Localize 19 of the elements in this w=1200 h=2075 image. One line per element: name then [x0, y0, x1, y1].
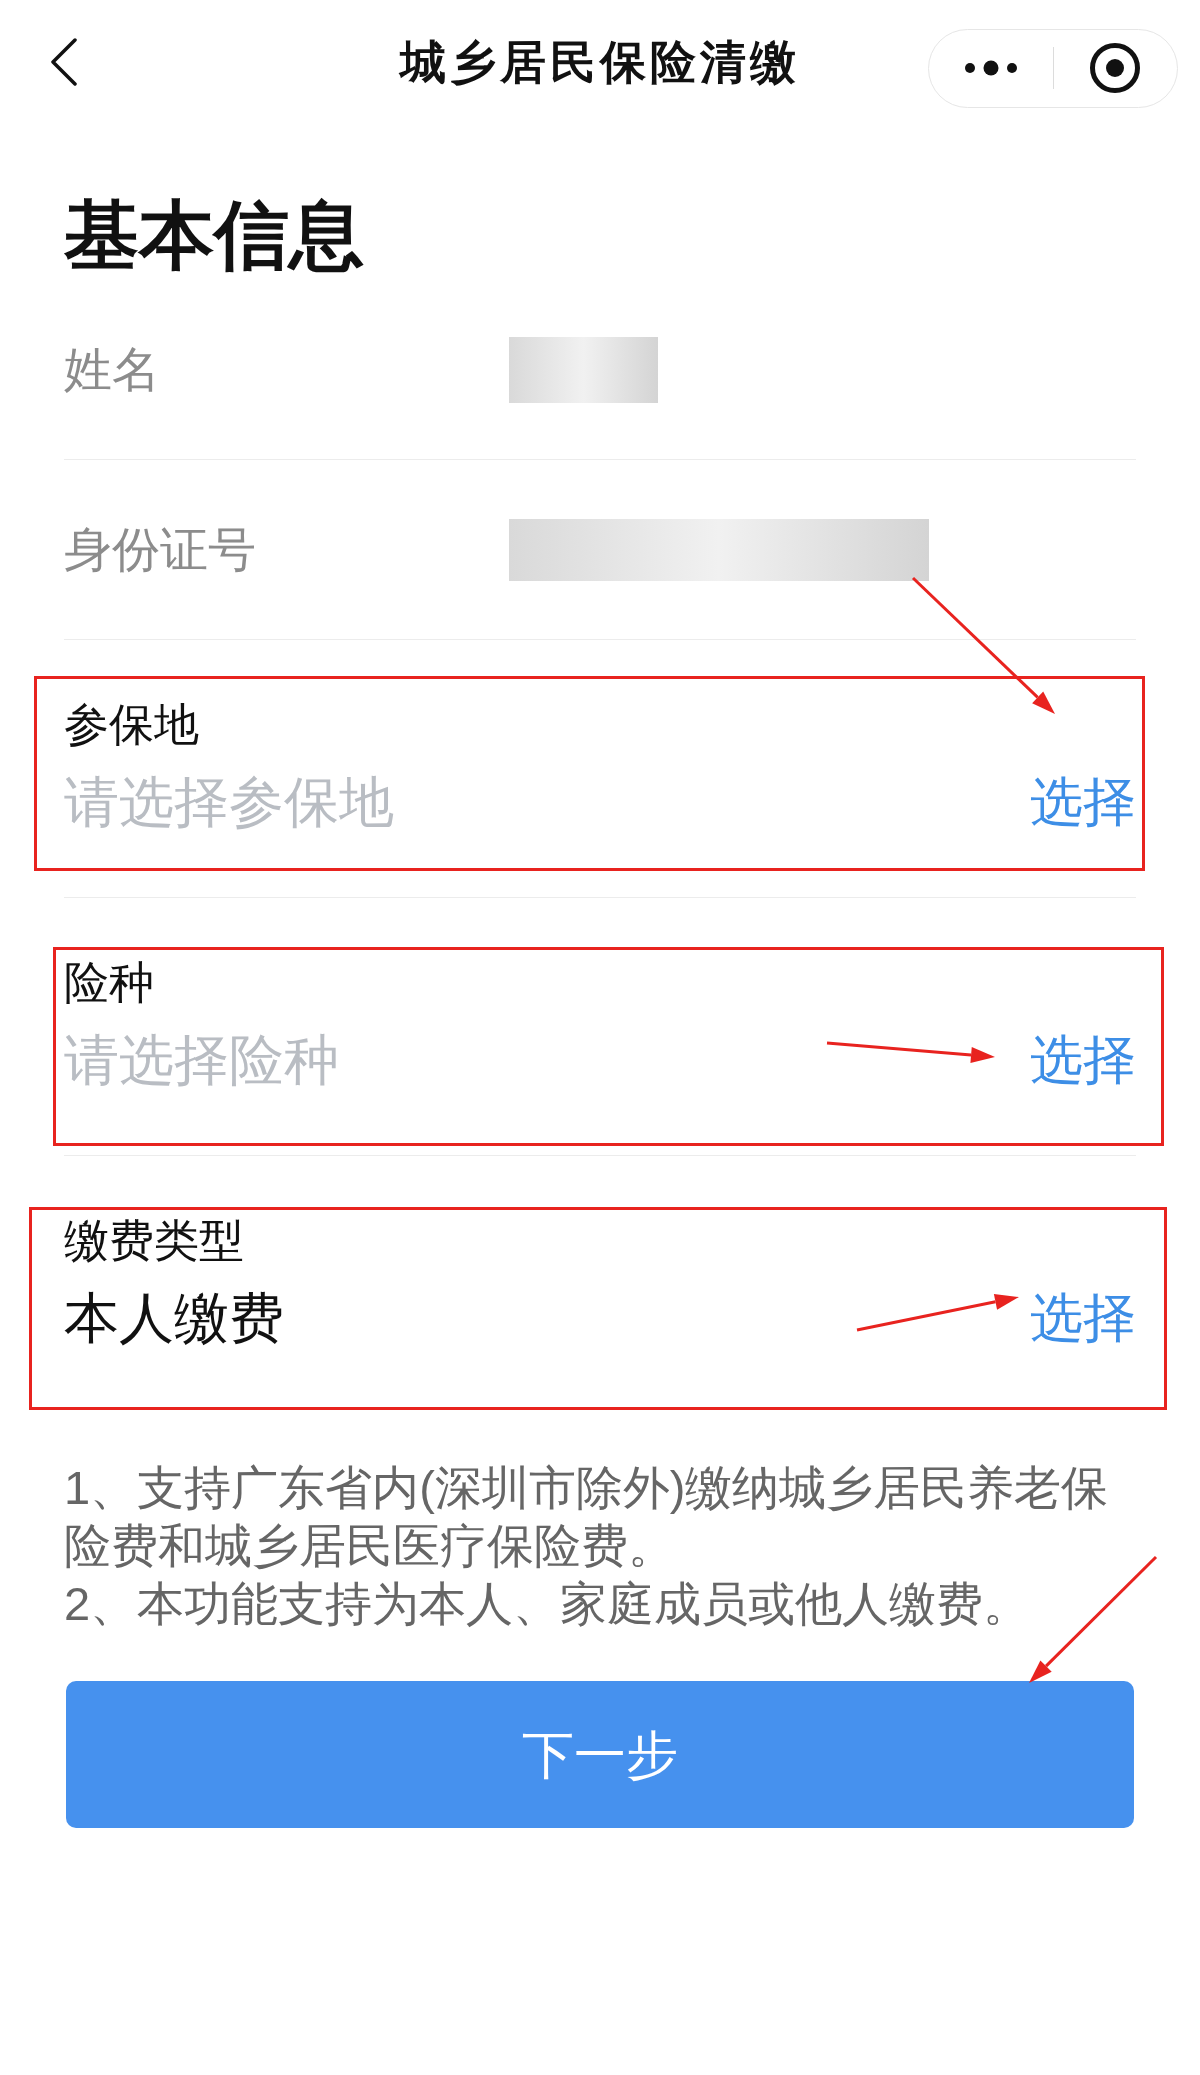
- target-icon[interactable]: [1089, 42, 1142, 94]
- select-link[interactable]: 选择: [1030, 770, 1136, 834]
- field-label: 参保地: [64, 698, 199, 752]
- select-field[interactable]: 请选择参保地: [64, 770, 1030, 834]
- field-label: 姓名: [64, 341, 160, 398]
- more-icon[interactable]: [963, 60, 1018, 76]
- next-button[interactable]: 下一步: [66, 1681, 1134, 1828]
- page-title: 城乡居民保险清缴: [400, 35, 800, 90]
- note-text: 2、本功能支持为本人、家庭成员或他人缴费。: [64, 1576, 1032, 1632]
- select-link[interactable]: 选择: [1030, 1286, 1136, 1350]
- field-label: 缴费类型: [64, 1214, 244, 1268]
- field-label: 身份证号: [64, 521, 256, 578]
- section-title: 基本信息: [64, 192, 364, 279]
- field-label: 险种: [64, 956, 154, 1010]
- select-field[interactable]: 请选择险种: [64, 1028, 1030, 1092]
- back-icon[interactable]: [50, 38, 78, 86]
- select-field[interactable]: 本人缴费: [64, 1286, 1030, 1350]
- note-text: 1、支持广东省内(深圳市除外)缴纳城乡居民养老保险费和城乡居民医疗保险费。: [64, 1460, 1110, 1574]
- select-link[interactable]: 选择: [1030, 1028, 1136, 1092]
